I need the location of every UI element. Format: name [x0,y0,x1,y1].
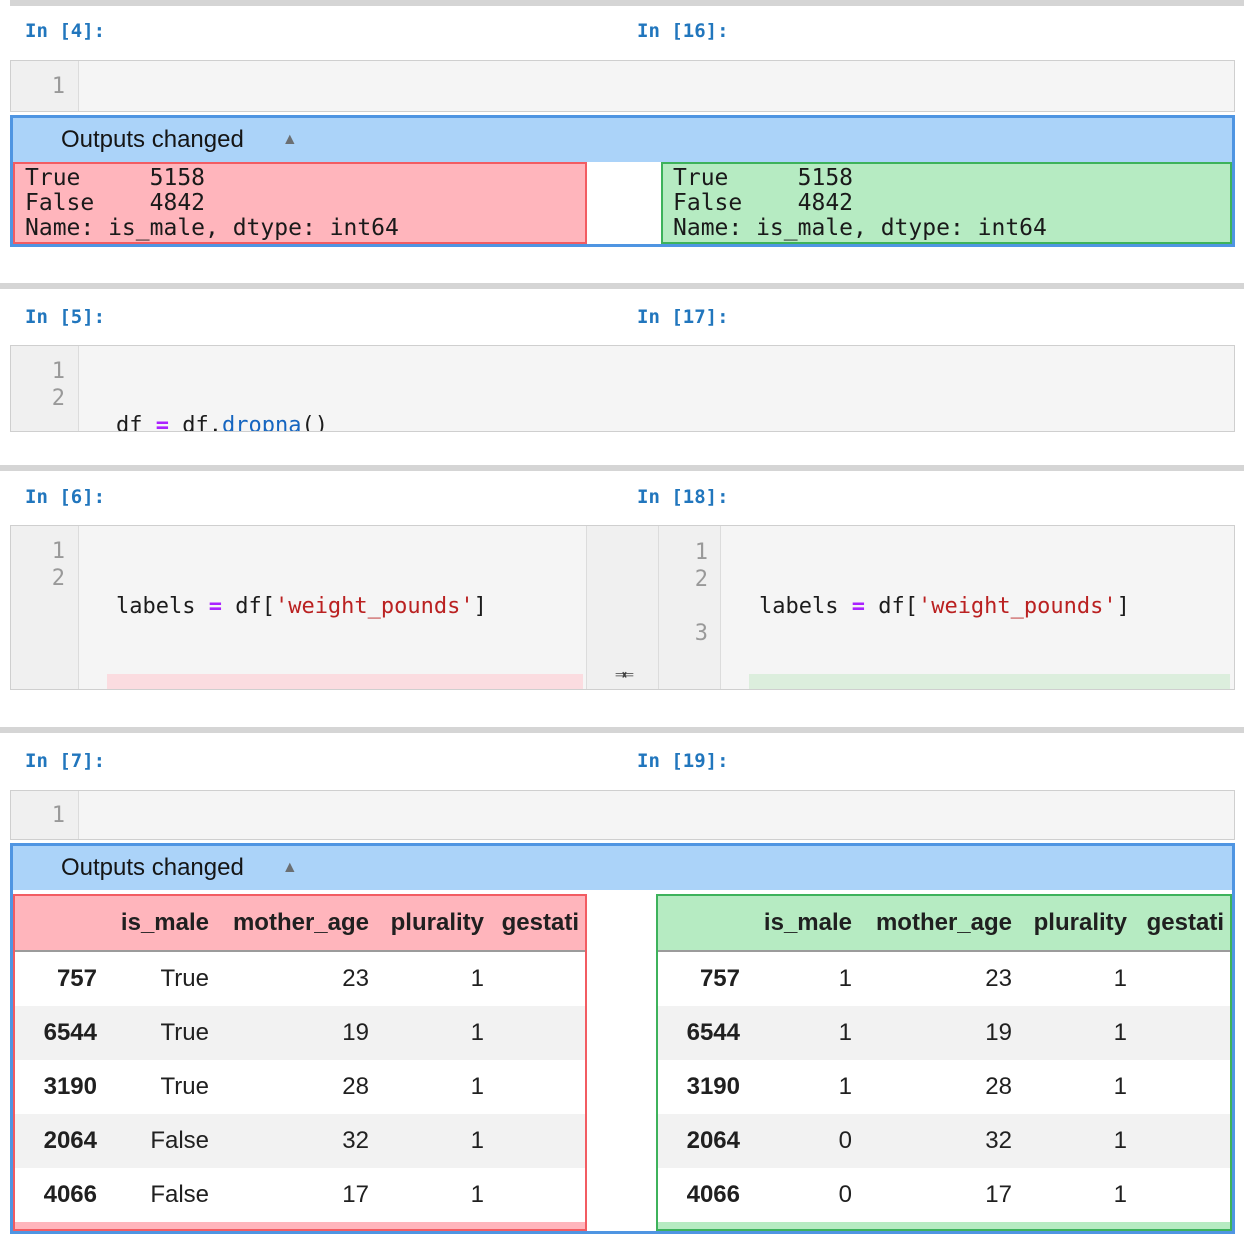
code-cell-7: 1 data.head() [10,790,1235,840]
dataframe-table-new: is_male mother_age plurality gestati 757… [658,896,1230,1222]
added-dataframe: is_male mother_age plurality gestati 757… [656,894,1232,1231]
outputs-diff-container: Outputs changed ▲ True 5158 False 4842 N… [10,115,1235,247]
input-prompt-left-4: In [4]: [25,20,105,42]
code-area-old: labels = df['weight_pounds'] data = df.d… [79,526,586,689]
added-chunk: data = df.drop(columns= ['weight_pounds'… [749,674,1230,689]
input-prompt-right-17: In [17]: [637,306,729,328]
code-pane-new: 1 2 3 labels = df['weight_pounds'] data … [659,526,1234,689]
code-area: df = df.dropna() df = shuffle(df, random… [79,346,1234,431]
code-area-new: labels = df['weight_pounds'] data = df.d… [721,526,1234,689]
section-divider [0,727,1244,733]
code-cell-6-diff: 1 2 labels = df['weight_pounds'] data = … [10,525,1235,690]
added-output: True 5158 False 4842 Name: is_male, dtyp… [661,162,1232,244]
line-number-gutter: 1 [11,61,79,111]
outputs-changed-banner[interactable]: Outputs changed ▲ [13,846,1232,890]
output-text-new: True 5158 False 4842 Name: is_male, dtyp… [663,164,1230,243]
code-pane-old: 1 2 labels = df['weight_pounds'] data = … [11,526,586,689]
diff-center-gutter: ⇒⇐ [586,526,659,689]
input-prompt-left-5: In [5]: [25,306,105,328]
removed-dataframe: is_male mother_age plurality gestati 757… [13,894,587,1231]
code-cell-5: 1 2 df = df.dropna() df = shuffle(df, ra… [10,345,1235,432]
output-text-old: True 5158 False 4842 Name: is_male, dtyp… [15,164,585,243]
line-number-gutter: 1 2 [11,346,79,431]
outputs-diff-container: Outputs changed ▲ is_male mother_age plu… [10,843,1235,1234]
input-prompt-right-18: In [18]: [637,486,729,508]
table-row: 31901281 [658,1060,1230,1114]
outputs-changed-banner[interactable]: Outputs changed ▲ [13,118,1232,162]
section-divider [0,283,1244,289]
code-cell-4: 1 df['is_male'].value_counts() [10,60,1235,112]
table-row: 2064False321 [15,1114,585,1168]
table-row: 7571231 [658,951,1230,1006]
dataframe-table-old: is_male mother_age plurality gestati 757… [15,896,585,1222]
input-prompt-left-7: In [7]: [25,750,105,772]
outputs-changed-label: Outputs changed [13,126,244,154]
section-divider [0,465,1244,471]
table-row: 3190True281 [15,1060,585,1114]
code-area: data.head() [79,791,1234,839]
table-row: 4066False171 [15,1168,585,1222]
removed-chunk: data = df.drop(columns= ['weight_pounds'… [107,674,583,689]
table-row: 40660171 [658,1168,1230,1222]
input-prompt-right-19: In [19]: [637,750,729,772]
collapse-triangle-icon[interactable]: ▲ [282,859,298,877]
removed-output: True 5158 False 4842 Name: is_male, dtyp… [13,162,587,244]
input-prompt-left-6: In [6]: [25,486,105,508]
line-number-gutter: 1 2 3 [659,526,721,689]
table-row: 757True231 [15,951,585,1006]
table-header-row: is_male mother_age plurality gestati [658,896,1230,951]
table-header-row: is_male mother_age plurality gestati [15,896,585,951]
collapse-triangle-icon[interactable]: ▲ [282,131,298,149]
input-prompt-right-16: In [16]: [637,20,729,42]
code-area: df['is_male'].value_counts() [79,61,1234,111]
table-row: 6544True191 [15,1006,585,1060]
merge-chunks-icon[interactable]: ⇒⇐ [615,663,630,685]
table-row: 20640321 [658,1114,1230,1168]
table-row: 65441191 [658,1006,1230,1060]
previous-cell-edge [10,0,1244,6]
outputs-changed-label: Outputs changed [13,854,244,882]
line-number-gutter: 1 2 [11,526,79,689]
line-number-gutter: 1 [11,791,79,839]
